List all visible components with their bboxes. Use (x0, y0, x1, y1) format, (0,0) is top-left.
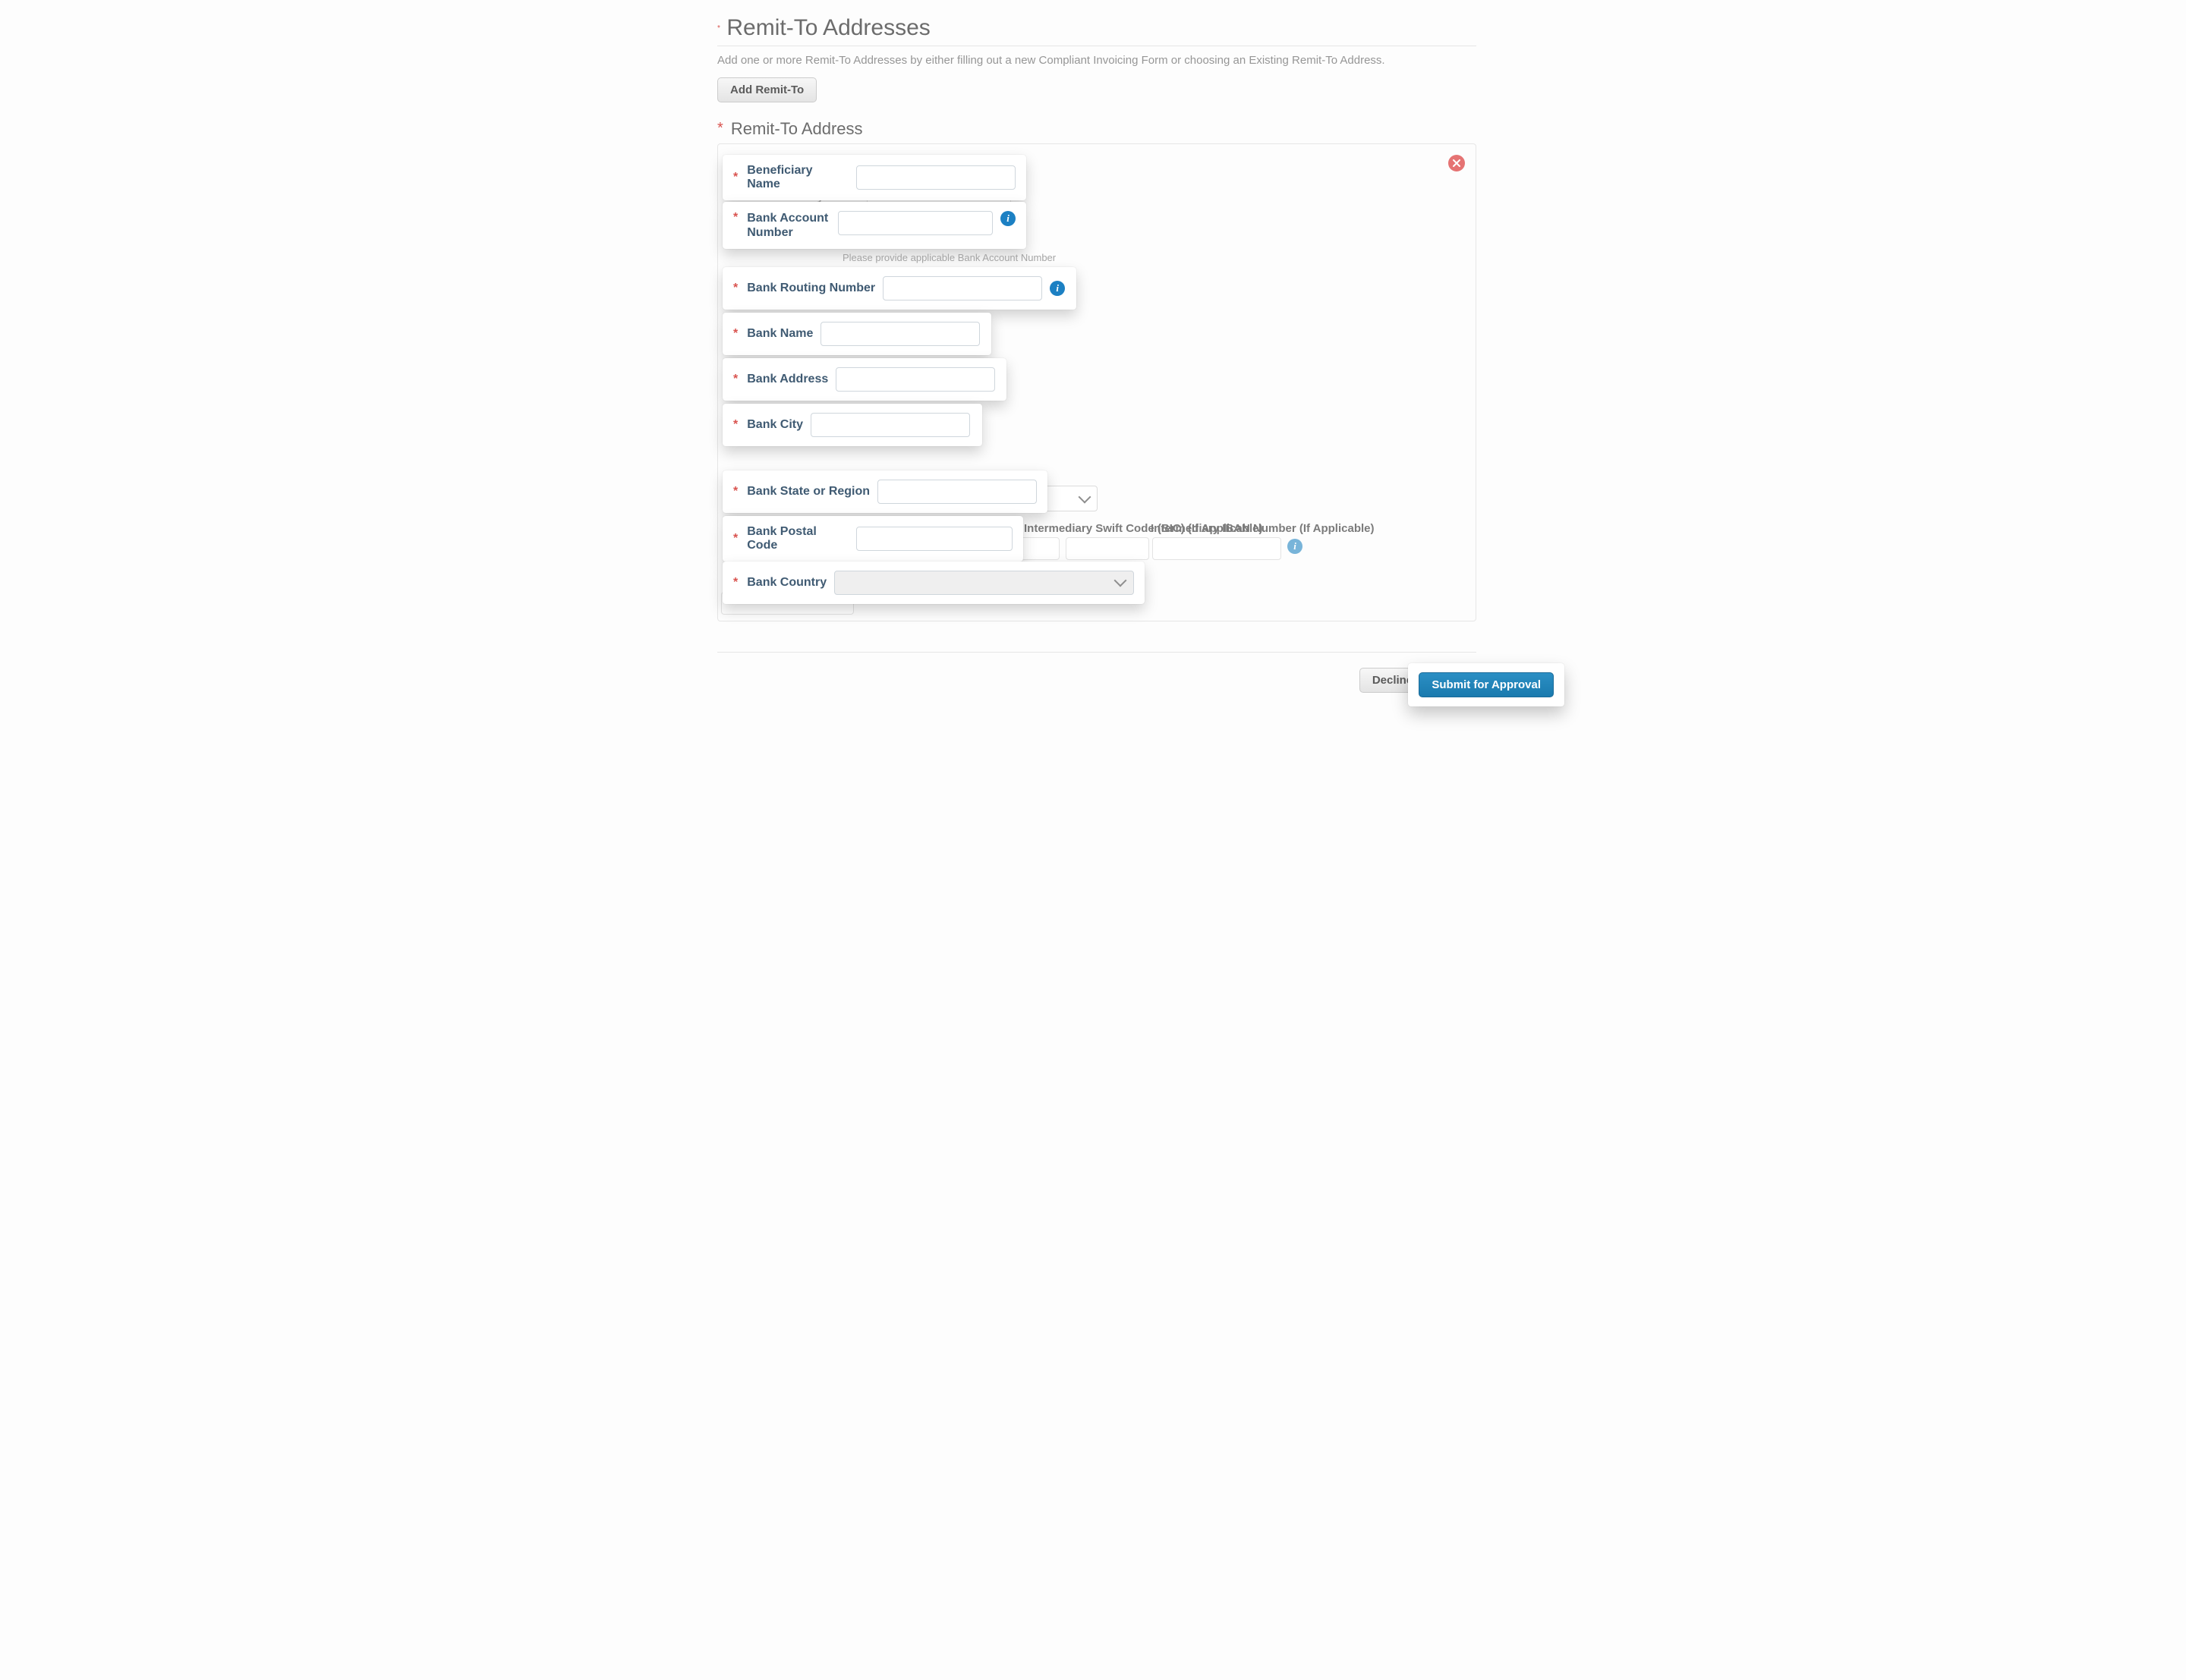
required-indicator-icon: * (733, 373, 738, 386)
submit-card: Submit for Approval (1408, 663, 1564, 706)
beneficiary-name-input[interactable] (856, 165, 1016, 190)
bank-name-input[interactable] (821, 322, 980, 346)
bank-name-label: Bank Name (747, 327, 813, 341)
bank-state-field: * Bank State or Region (723, 470, 1047, 513)
bg-intermediary-iban-label: Intermediary IBAN Number (If Applicable) (1151, 522, 1375, 535)
bank-postal-field: * Bank Postal Code (723, 516, 1023, 562)
required-indicator-icon: * (733, 485, 738, 499)
bank-routing-number-label: Bank Routing Number (747, 282, 875, 295)
bank-country-field: * Bank Country (723, 562, 1145, 604)
submit-for-approval-button[interactable]: Submit for Approval (1419, 672, 1554, 697)
required-indicator-icon: * (733, 211, 738, 225)
bank-city-field: * Bank City (723, 404, 982, 446)
bank-city-label: Bank City (747, 418, 803, 432)
bank-routing-number-field: * Bank Routing Number i (723, 267, 1076, 310)
bank-name-field: * Bank Name (723, 313, 991, 355)
bank-address-input[interactable] (836, 367, 995, 392)
bank-account-number-help: Please provide applicable Bank Account N… (843, 252, 1056, 263)
required-indicator-icon: * (717, 24, 720, 33)
bg-box (1152, 537, 1281, 560)
beneficiary-name-field: * Beneficiary Name (723, 155, 1026, 200)
required-indicator-icon: * (733, 532, 738, 546)
form-footer: Decline Sa (717, 652, 1476, 693)
info-icon[interactable]: i (1000, 211, 1016, 226)
info-icon[interactable]: i (1050, 281, 1065, 296)
required-indicator-icon: * (733, 327, 738, 341)
remove-remit-to-button[interactable] (1448, 155, 1465, 171)
required-indicator-icon: * (733, 282, 738, 295)
bank-country-select[interactable] (834, 571, 1134, 595)
beneficiary-name-label: Beneficiary Name (747, 164, 849, 191)
required-indicator-icon: * (733, 576, 738, 590)
bank-city-input[interactable] (811, 413, 970, 437)
bank-routing-number-input[interactable] (883, 276, 1042, 300)
remit-to-panel: Beneficiary Name Bank Name Intermediary … (717, 143, 1476, 621)
bank-address-label: Bank Address (747, 373, 828, 386)
remit-to-address-heading: Remit-To Address (731, 119, 863, 138)
section-helptext: Add one or more Remit-To Addresses by ei… (717, 54, 1476, 67)
section-title: Remit-To Addresses (726, 15, 930, 41)
bank-postal-label: Bank Postal Code (747, 525, 848, 552)
bank-postal-input[interactable] (856, 527, 1013, 551)
add-remit-to-button[interactable]: Add Remit-To (717, 77, 817, 102)
bank-address-field: * Bank Address (723, 358, 1006, 401)
chevron-down-icon (1079, 491, 1091, 504)
bg-box (1066, 537, 1149, 560)
bank-state-label: Bank State or Region (747, 485, 870, 499)
required-indicator-icon: * (717, 120, 723, 137)
bank-account-number-field: * Bank Account Number i (723, 202, 1026, 249)
bank-country-label: Bank Country (747, 576, 827, 590)
bank-account-number-input[interactable] (838, 211, 993, 235)
bank-account-number-label: Bank Account Number (747, 211, 830, 240)
close-icon (1453, 159, 1460, 167)
required-indicator-icon: * (733, 418, 738, 432)
info-icon[interactable]: i (1287, 539, 1302, 554)
bank-state-input[interactable] (877, 480, 1037, 504)
bg-select-dropdown (1044, 486, 1098, 511)
required-indicator-icon: * (733, 171, 738, 184)
